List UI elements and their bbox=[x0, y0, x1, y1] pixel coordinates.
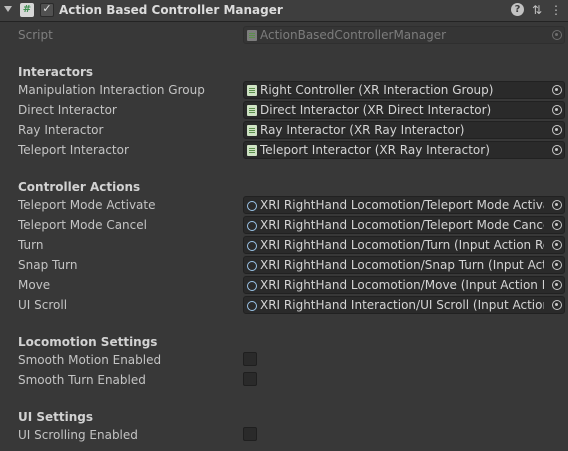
field-value: XRI RightHand Locomotion/Move (Input Act… bbox=[260, 278, 544, 292]
controller-actions-header: Controller Actions bbox=[18, 180, 141, 194]
ray-interactor-field[interactable]: Ray Interactor (XR Ray Interactor) bbox=[243, 121, 565, 139]
interactors-header: Interactors bbox=[18, 65, 94, 79]
component-icon bbox=[247, 105, 257, 116]
direct-interactor-field[interactable]: Direct Interactor (XR Direct Interactor) bbox=[243, 101, 565, 119]
object-picker-icon[interactable] bbox=[552, 85, 562, 95]
teleport-mode-cancel-field[interactable]: XRI RightHand Locomotion/Teleport Mode C… bbox=[243, 216, 565, 234]
script-label: Script bbox=[18, 28, 53, 42]
preset-icon[interactable]: ⇅ bbox=[530, 3, 544, 17]
object-picker-icon[interactable] bbox=[552, 125, 562, 135]
object-picker-icon[interactable] bbox=[552, 220, 562, 230]
script-icon: # bbox=[20, 3, 34, 17]
help-icon[interactable]: ? bbox=[511, 3, 525, 17]
teleport-interactor-label: Teleport Interactor bbox=[18, 143, 129, 157]
input-action-icon bbox=[247, 221, 257, 231]
input-action-icon bbox=[247, 281, 257, 291]
turn-field[interactable]: XRI RightHand Locomotion/Turn (Input Act… bbox=[243, 236, 565, 254]
smooth-turn-enabled-label: Smooth Turn Enabled bbox=[18, 373, 146, 387]
component-enabled-checkbox[interactable]: ✓ bbox=[40, 2, 54, 17]
input-action-icon bbox=[247, 261, 257, 271]
object-picker-icon[interactable] bbox=[552, 280, 562, 290]
smooth-motion-enabled-label: Smooth Motion Enabled bbox=[18, 353, 162, 367]
ui-scrolling-enabled-label: UI Scrolling Enabled bbox=[18, 428, 138, 442]
field-value: Teleport Interactor (XR Ray Interactor) bbox=[260, 143, 490, 157]
object-picker-icon[interactable] bbox=[552, 200, 562, 210]
field-value: XRI RightHand Locomotion/Teleport Mode A… bbox=[260, 198, 544, 212]
teleport-mode-cancel-label: Teleport Mode Cancel bbox=[18, 218, 147, 232]
ui-scroll-field[interactable]: XRI RightHand Interaction/UI Scroll (Inp… bbox=[243, 296, 565, 314]
component-icon bbox=[247, 125, 257, 136]
ui-settings-header: UI Settings bbox=[18, 410, 94, 424]
move-label: Move bbox=[18, 278, 51, 292]
script-field: ActionBasedControllerManager bbox=[243, 26, 565, 44]
object-picker-icon bbox=[552, 30, 562, 40]
smooth-motion-enabled-checkbox[interactable] bbox=[243, 352, 257, 366]
object-picker-icon[interactable] bbox=[552, 300, 562, 310]
field-value: XRI RightHand Locomotion/Snap Turn (Inpu… bbox=[260, 258, 544, 272]
checkmark-icon: ✓ bbox=[42, 2, 52, 15]
input-action-icon bbox=[247, 201, 257, 211]
field-value: Direct Interactor (XR Direct Interactor) bbox=[260, 103, 492, 117]
object-picker-icon[interactable] bbox=[552, 105, 562, 115]
field-value: XRI RightHand Locomotion/Turn (Input Act… bbox=[260, 238, 544, 252]
component-header: # ✓ Action Based Controller Manager ? ⇅ … bbox=[0, 0, 568, 22]
smooth-turn-enabled-checkbox[interactable] bbox=[243, 372, 257, 386]
locomotion-settings-header: Locomotion Settings bbox=[18, 335, 158, 349]
ui-scrolling-enabled-checkbox[interactable] bbox=[243, 427, 257, 441]
manipulation-interaction-group-label: Manipulation Interaction Group bbox=[18, 83, 205, 97]
ui-scroll-label: UI Scroll bbox=[18, 298, 68, 312]
foldout-arrow-icon[interactable] bbox=[4, 6, 12, 12]
input-action-icon bbox=[247, 241, 257, 251]
teleport-interactor-field[interactable]: Teleport Interactor (XR Ray Interactor) bbox=[243, 141, 565, 159]
snap-turn-field[interactable]: XRI RightHand Locomotion/Snap Turn (Inpu… bbox=[243, 256, 565, 274]
field-value: XRI RightHand Interaction/UI Scroll (Inp… bbox=[260, 298, 544, 312]
object-picker-icon[interactable] bbox=[552, 145, 562, 155]
field-value: Right Controller (XR Interaction Group) bbox=[260, 83, 494, 97]
context-menu-icon[interactable]: ⋮ bbox=[549, 3, 563, 17]
direct-interactor-label: Direct Interactor bbox=[18, 103, 117, 117]
object-picker-icon[interactable] bbox=[552, 260, 562, 270]
turn-label: Turn bbox=[18, 238, 44, 252]
component-title: Action Based Controller Manager bbox=[59, 3, 283, 17]
component-icon bbox=[247, 145, 257, 156]
input-action-icon bbox=[247, 301, 257, 311]
field-value: Ray Interactor (XR Ray Interactor) bbox=[260, 123, 465, 137]
script-field-value: ActionBasedControllerManager bbox=[260, 28, 447, 42]
snap-turn-label: Snap Turn bbox=[18, 258, 78, 272]
object-picker-icon[interactable] bbox=[552, 240, 562, 250]
teleport-mode-activate-label: Teleport Mode Activate bbox=[18, 198, 156, 212]
field-value: XRI RightHand Locomotion/Teleport Mode C… bbox=[260, 218, 544, 232]
move-field[interactable]: XRI RightHand Locomotion/Move (Input Act… bbox=[243, 276, 565, 294]
teleport-mode-activate-field[interactable]: XRI RightHand Locomotion/Teleport Mode A… bbox=[243, 196, 565, 214]
manipulation-interaction-group-field[interactable]: Right Controller (XR Interaction Group) bbox=[243, 81, 565, 99]
component-icon bbox=[247, 85, 257, 96]
script-asset-icon bbox=[247, 30, 257, 41]
ray-interactor-label: Ray Interactor bbox=[18, 123, 104, 137]
